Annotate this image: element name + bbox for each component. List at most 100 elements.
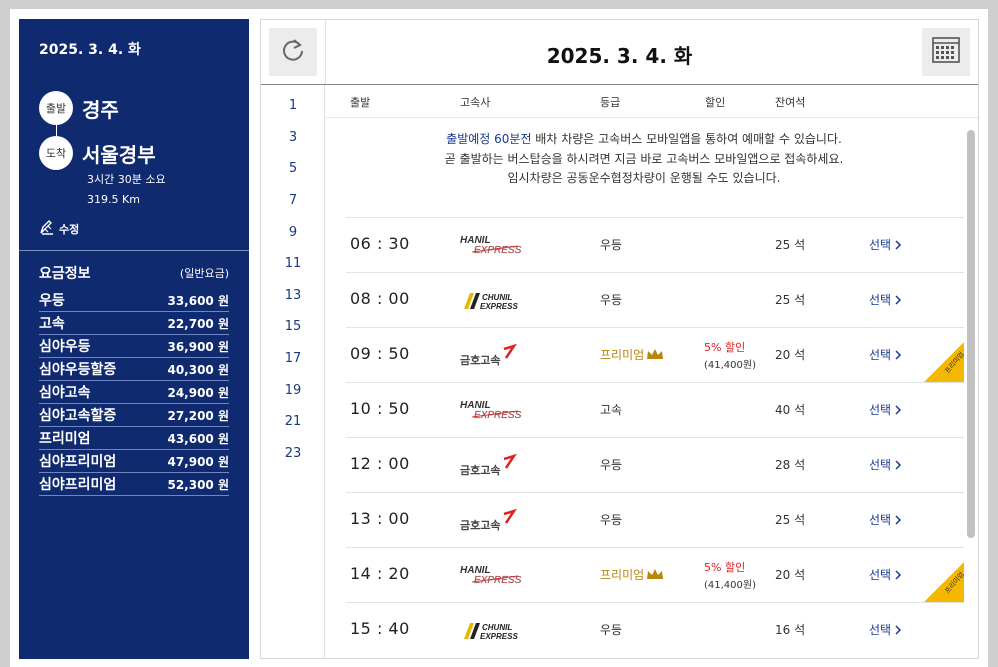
select-button[interactable]: 선택 [869, 401, 902, 418]
bus-grade-label: 프리미엄 [600, 568, 645, 582]
calendar-icon [932, 37, 960, 67]
hour-link[interactable]: 1 [261, 98, 325, 113]
fare-price: 40,300 원 [167, 362, 229, 377]
hour-link[interactable]: 19 [261, 383, 325, 398]
schedule-row[interactable]: 08 : 00 CHUNIL EXPRESS 우등 25 석 선택 [346, 272, 964, 327]
trip-duration: 3시간 30분 소요 [87, 173, 166, 186]
fare-name: 우등 [39, 293, 65, 309]
select-label: 선택 [869, 403, 892, 417]
select-button[interactable]: 선택 [869, 346, 902, 363]
hour-link[interactable]: 3 [261, 130, 325, 145]
scrollbar-thumb[interactable] [967, 130, 975, 538]
departure-time: 15 : 40 [350, 619, 410, 638]
app-frame: 2025. 3. 4. 화 출발 경주 도착 서울경부 3시간 30분 소요 3… [10, 9, 988, 667]
bus-company-logo: 금호고속 [458, 450, 548, 480]
bus-grade: 고속 [600, 401, 622, 418]
fare-price: 47,900 원 [167, 454, 229, 469]
select-button[interactable]: 선택 [869, 511, 902, 528]
bus-grade: 우등 [600, 456, 622, 473]
scrollbar[interactable] [964, 118, 978, 658]
remaining-seats: 25 석 [775, 513, 806, 527]
fare-info-header: 요금정보 (일반요금) [39, 263, 229, 283]
remaining-seats: 20 석 [775, 348, 806, 362]
select-button[interactable]: 선택 [869, 291, 902, 308]
remaining-seats: 40 석 [775, 403, 806, 417]
bus-company-logo: CHUNIL EXPRESS [458, 285, 548, 315]
notice-line1: 배차 차량은 고속버스 모바일앱을 통하여 예매할 수 있습니다. [531, 132, 842, 146]
departure-time: 13 : 00 [350, 509, 410, 528]
bus-grade-label: 우등 [600, 458, 623, 472]
chevron-right-icon [895, 568, 902, 582]
hour-link[interactable]: 11 [261, 256, 325, 271]
notice-line3: 임시차량은 공동운수협정차량이 운행될 수도 있습니다. [507, 171, 781, 185]
col-grade: 등급 [600, 96, 621, 109]
remaining-seats: 16 석 [775, 623, 806, 637]
fare-row: 심야프리미엄 47,900 원 [39, 450, 229, 473]
select-button[interactable]: 선택 [869, 566, 902, 583]
departure-time: 12 : 00 [350, 454, 410, 473]
column-headers: 출발 고속사 등급 할인 잔여석 [326, 85, 978, 118]
departure-time: 14 : 20 [350, 564, 410, 583]
hour-link[interactable]: 17 [261, 351, 325, 366]
discount-price: (41,400원) [704, 580, 756, 591]
hour-link[interactable]: 5 [261, 161, 325, 176]
schedule-row[interactable]: 15 : 40 CHUNIL EXPRESS 우등 16 석 선택 [346, 602, 964, 657]
svg-text:CHUNIL: CHUNIL [482, 293, 512, 302]
select-button[interactable]: 선택 [869, 621, 902, 638]
chevron-right-icon [895, 623, 902, 637]
fare-price: 27,200 원 [167, 408, 229, 423]
chevron-right-icon [895, 348, 902, 362]
trip-distance: 319.5 Km [87, 193, 140, 206]
refresh-button[interactable] [269, 28, 317, 76]
svg-text:EXPRESS: EXPRESS [480, 632, 518, 641]
discount-label: 5% 할인 [704, 561, 746, 574]
chevron-right-icon [895, 403, 902, 417]
schedule-row[interactable]: 06 : 30 HANIL EXPRESS 우등 25 석 선택 [346, 217, 964, 272]
fare-price: 43,600 원 [167, 431, 229, 446]
schedule-row[interactable]: 12 : 00 금호고속 우등 28 석 선택 [346, 437, 964, 492]
select-button[interactable]: 선택 [869, 236, 902, 253]
arrival-stop: 도착 서울경부 [39, 136, 156, 170]
select-label: 선택 [869, 623, 892, 637]
chevron-right-icon [895, 293, 902, 307]
hour-link[interactable]: 15 [261, 319, 325, 334]
departure-terminal: 경주 [82, 97, 119, 122]
fare-name: 심야우등 [39, 339, 91, 355]
fare-price: 52,300 원 [167, 477, 229, 492]
bus-grade: 우등 [600, 621, 622, 638]
edit-route-button[interactable]: 수정 [39, 219, 79, 238]
schedule-row[interactable]: 09 : 50 금호고속 프리미엄 5% 할인 (41,400원) 20 석 선택 프리미엄 [346, 327, 964, 382]
remaining-seats: 28 석 [775, 458, 806, 472]
remaining-seats: 20 석 [775, 568, 806, 582]
bus-grade-label: 고속 [600, 403, 623, 417]
schedule-row[interactable]: 14 : 20 HANIL EXPRESS 프리미엄 5% 할인 (41,400원) 20 … [346, 547, 964, 602]
bus-grade-label: 우등 [600, 238, 623, 252]
fare-row: 프리미엄 43,600 원 [39, 427, 229, 450]
fare-price: 33,600 원 [167, 293, 229, 308]
select-button[interactable]: 선택 [869, 456, 902, 473]
bus-grade: 프리미엄 [600, 566, 664, 583]
svg-text:금호고속: 금호고속 [460, 353, 500, 367]
fare-name: 심야우등할증 [39, 362, 117, 378]
schedule-row[interactable]: 13 : 00 금호고속 우등 25 석 선택 [346, 492, 964, 547]
hour-link[interactable]: 7 [261, 193, 325, 208]
hour-link[interactable]: 21 [261, 414, 325, 429]
premium-ribbon: 프리미엄 [924, 548, 964, 602]
departure-time: 10 : 50 [350, 399, 410, 418]
hour-link[interactable]: 23 [261, 446, 325, 461]
fare-name: 심야프리미엄 [39, 477, 117, 493]
fare-name: 심야프리미엄 [39, 454, 117, 470]
fare-name: 심야고속할증 [39, 408, 117, 424]
bus-grade: 프리미엄 [600, 346, 664, 363]
hour-link[interactable]: 13 [261, 288, 325, 303]
notice-text: 출발예정 60분전 배차 차량은 고속버스 모바일앱을 통하여 예매할 수 있습… [326, 130, 962, 189]
calendar-button[interactable] [922, 28, 970, 76]
arrival-badge: 도착 [39, 136, 73, 170]
hour-index: 1 3 5 7 9 11 13 15 17 19 21 23 [261, 85, 325, 658]
departure-stop: 출발 경주 [39, 91, 119, 125]
page-title: 2025. 3. 4. 화 [546, 44, 693, 68]
col-discount: 할인 [705, 96, 726, 109]
schedule-row[interactable]: 10 : 50 HANIL EXPRESS 고속 40 석 선택 [346, 382, 964, 437]
schedule-list: 06 : 30 HANIL EXPRESS 우등 25 석 선택 08 : 00 CHUNI… [346, 217, 964, 657]
hour-link[interactable]: 9 [261, 225, 325, 240]
